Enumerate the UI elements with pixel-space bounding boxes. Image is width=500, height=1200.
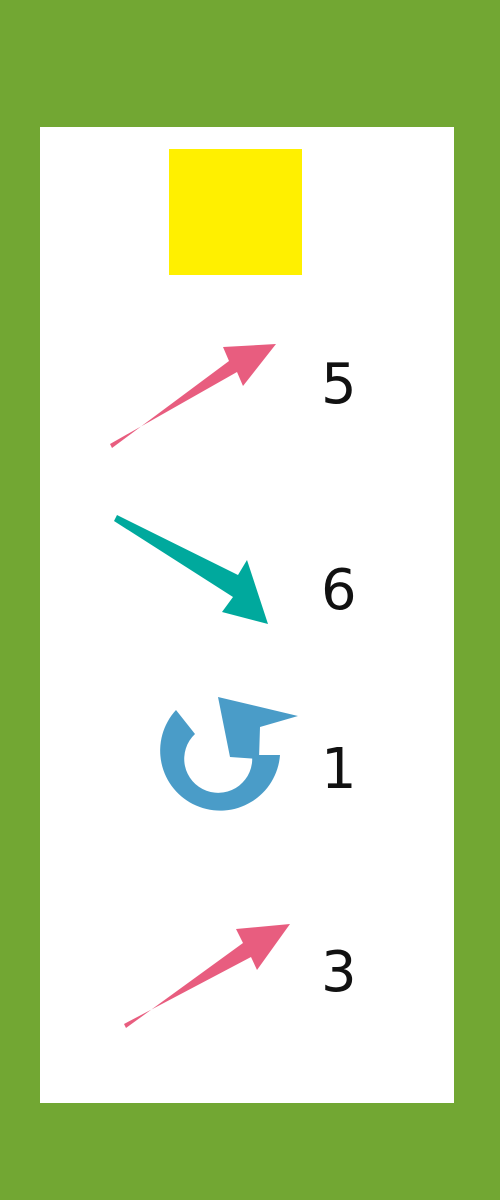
arrow-down-right-icon: [114, 515, 268, 624]
step-count-1: 5: [321, 352, 357, 417]
arrow-down-right-icon-shape: [114, 515, 268, 624]
instruction-panel: 5 6 1 3: [40, 127, 454, 1103]
page-background: { "colors": { "background": "#72A733", "…: [0, 0, 500, 1200]
step-count-3: 1: [321, 737, 357, 802]
yellow-square-icon: [169, 149, 302, 275]
rotate-clockwise-icon-head: [218, 697, 298, 759]
rotate-clockwise-icon: [160, 697, 298, 811]
arrow-up-right-icon: [124, 924, 290, 1028]
arrow-up-right-icon-shape: [124, 924, 290, 1028]
arrow-up-right-icon: [110, 344, 276, 448]
step-count-2: 6: [321, 558, 357, 623]
step-count-4: 3: [321, 940, 357, 1005]
arrow-up-right-icon-shape: [110, 344, 276, 448]
